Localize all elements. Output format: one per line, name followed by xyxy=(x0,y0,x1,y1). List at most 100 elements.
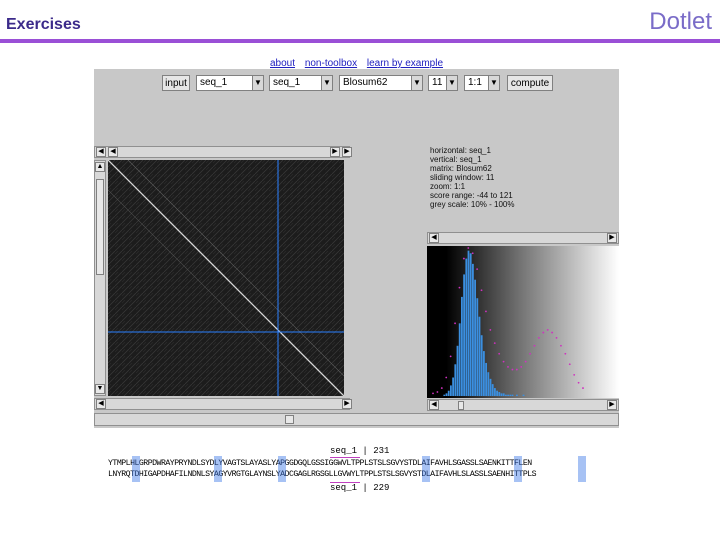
link-non-toolbox[interactable]: non-toolbox xyxy=(305,58,357,69)
distribution-curve-point xyxy=(440,387,443,389)
distribution-curve-point xyxy=(560,344,562,347)
link-about[interactable]: about xyxy=(270,58,295,69)
histogram-bar xyxy=(487,372,490,396)
seq-top-label: seq_1 | 231 xyxy=(330,446,389,456)
info-matrix: matrix: Blosum62 xyxy=(430,164,492,173)
compute-button[interactable]: compute xyxy=(507,75,553,91)
histogram-bar xyxy=(461,296,463,396)
window-select[interactable]: 11 ▼ xyxy=(428,75,458,91)
distribution-curve-point xyxy=(462,257,465,260)
histogram-bar xyxy=(469,253,472,396)
alignment-cursor-box xyxy=(330,457,360,483)
histogram-bar xyxy=(500,393,503,396)
scroll-left-button[interactable]: ◀ xyxy=(96,147,106,157)
info-score-range: score range: -44 to 121 xyxy=(430,191,513,200)
scroll-left-button[interactable]: ◀ xyxy=(429,400,439,410)
histogram-bottom-scrollbar[interactable] xyxy=(427,399,619,411)
distribution-curve-point xyxy=(515,368,518,371)
histogram-bar xyxy=(491,384,494,396)
window-value: 11 xyxy=(432,77,443,88)
sequence-panel: seq_1 | 231 YTMPLHLGRPDWRAYPRYNDLSYDLYVA… xyxy=(94,428,619,497)
distribution-curve-point xyxy=(529,352,531,355)
scroll-left-button[interactable]: ◀ xyxy=(108,147,118,157)
distribution-curve-point xyxy=(564,352,567,355)
highlight-marker xyxy=(422,456,430,482)
matrix-value: Blosum62 xyxy=(343,77,388,88)
seq-bottom-name: seq_1 xyxy=(330,483,358,493)
info-panel: horizontal: seq_1 vertical: seq_1 matrix… xyxy=(430,146,515,209)
distribution-curve-point xyxy=(485,310,487,313)
scroll-right-button[interactable]: ▶ xyxy=(330,147,340,157)
zoom-value: 1:1 xyxy=(468,77,482,88)
seq-horizontal-value: seq_1 xyxy=(200,77,228,88)
histogram-bar xyxy=(443,394,446,396)
histogram-bar xyxy=(472,263,474,396)
histogram-bar xyxy=(511,394,514,396)
scroll-left-button[interactable]: ◀ xyxy=(96,399,106,409)
seq-bottom-label: seq_1 | 229 xyxy=(330,483,389,493)
distribution-curve-point xyxy=(476,268,479,271)
scroll-thumb[interactable] xyxy=(96,179,104,275)
matrix-select[interactable]: Blosum62 ▼ xyxy=(339,75,423,91)
scroll-right-button[interactable]: ▶ xyxy=(342,399,352,409)
distribution-curve-point xyxy=(502,360,505,363)
distribution-curve-point xyxy=(471,252,474,255)
plot-top-scrollbar[interactable] xyxy=(94,146,350,158)
distribution-curve-point xyxy=(498,352,501,355)
highlight-marker xyxy=(214,456,222,482)
histogram-bar xyxy=(467,250,470,396)
histogram-bar xyxy=(463,274,465,396)
histogram-bar xyxy=(476,298,479,396)
header-divider xyxy=(0,39,720,43)
histogram-bar xyxy=(485,362,487,396)
seq-bottom-sep: | xyxy=(362,483,368,493)
seq-bottom-position: 229 xyxy=(373,483,390,493)
distribution-curve-point xyxy=(577,381,580,384)
scroll-up-button[interactable]: ▲ xyxy=(95,162,105,172)
histogram-bar xyxy=(507,394,509,396)
header-title: Exercises xyxy=(6,16,81,33)
histogram-bar xyxy=(502,393,505,396)
histogram-top-scrollbar[interactable] xyxy=(427,232,619,244)
zoom-select[interactable]: 1:1 ▼ xyxy=(464,75,500,91)
distribution-curve-point xyxy=(489,329,492,331)
distribution-curve-point xyxy=(511,368,514,371)
distribution-curve-point xyxy=(573,373,576,376)
info-vertical: vertical: seq_1 xyxy=(430,155,482,164)
scroll-thumb[interactable] xyxy=(285,415,294,424)
histogram-bar xyxy=(483,351,485,396)
top-links: about non-toolbox learn by example xyxy=(270,58,450,69)
dot-plot-canvas xyxy=(108,160,344,396)
scroll-right-button[interactable]: ▶ xyxy=(607,233,617,243)
input-button[interactable]: input xyxy=(162,75,190,91)
highlight-marker xyxy=(278,456,286,482)
chevron-down-icon: ▼ xyxy=(321,76,332,90)
histogram-bar xyxy=(522,394,525,396)
chevron-down-icon: ▼ xyxy=(252,76,263,90)
dot-plot[interactable] xyxy=(108,160,344,396)
scroll-left-button[interactable]: ◀ xyxy=(429,233,439,243)
histogram-bar xyxy=(456,345,459,396)
scroll-thumb[interactable] xyxy=(458,401,464,410)
histogram-bar xyxy=(478,316,481,396)
plot-bottom-scrollbar[interactable] xyxy=(94,398,350,410)
plot-vertical-scrollbar[interactable] xyxy=(94,160,106,396)
scroll-right-button[interactable]: ▶ xyxy=(342,147,352,157)
distribution-curve-point xyxy=(533,344,536,347)
seq-horizontal-select[interactable]: seq_1 ▼ xyxy=(196,75,264,91)
histogram-bar xyxy=(450,385,452,396)
chevron-down-icon: ▼ xyxy=(411,76,422,90)
histogram-bar xyxy=(516,394,518,396)
histogram-bar xyxy=(452,377,454,396)
scroll-down-button[interactable]: ▼ xyxy=(95,384,105,394)
brand-title: Dotlet xyxy=(649,8,712,35)
distribution-curve-point xyxy=(445,376,448,379)
seq-vertical-value: seq_1 xyxy=(273,77,301,88)
sequence-scrollbar[interactable] xyxy=(94,413,619,426)
score-histogram[interactable] xyxy=(427,246,619,398)
link-learn-by-example[interactable]: learn by example xyxy=(367,58,443,69)
scroll-right-button[interactable]: ▶ xyxy=(607,400,617,410)
seq-vertical-select[interactable]: seq_1 ▼ xyxy=(269,75,333,91)
histogram-canvas xyxy=(432,247,584,396)
distribution-curve-point xyxy=(454,322,456,325)
